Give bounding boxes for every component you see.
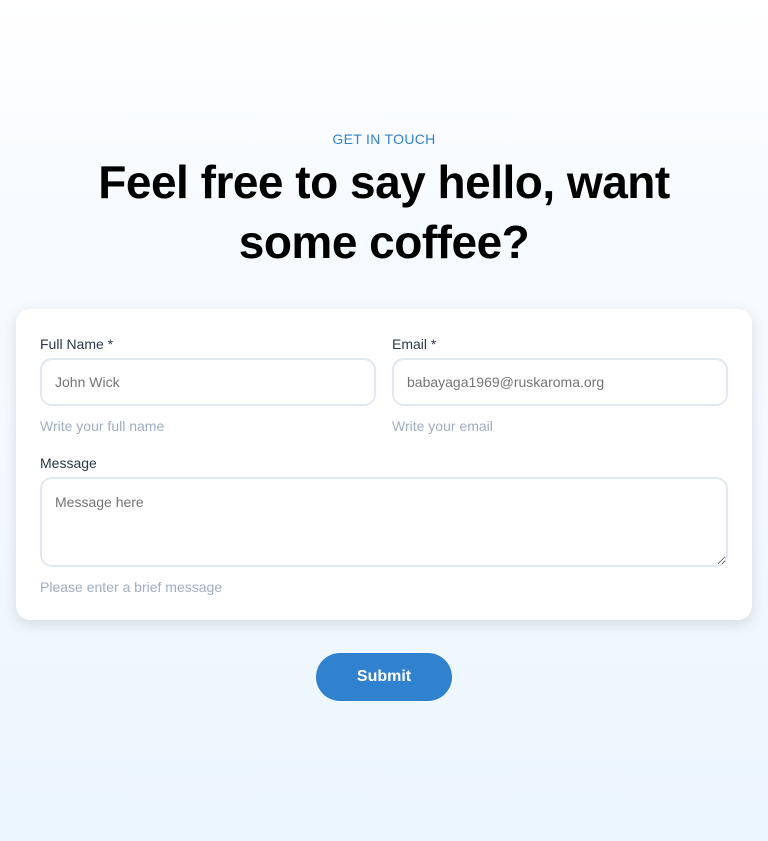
message-textarea[interactable] (40, 477, 728, 567)
message-label: Message (40, 455, 97, 471)
full-name-label: Full Name * (40, 336, 114, 352)
submit-button[interactable]: Submit (316, 653, 452, 701)
full-name-input[interactable] (40, 358, 376, 406)
message-help: Please enter a brief message (40, 579, 223, 595)
email-label: Email * (392, 336, 437, 352)
contact-form-card: Full Name * Write your full name Email *… (16, 309, 752, 620)
email-input[interactable] (392, 358, 728, 406)
full-name-help: Write your full name (40, 418, 165, 434)
eyebrow-text: GET IN TOUCH (332, 131, 436, 147)
page-title: Feel free to say hello, want some coffee… (98, 156, 670, 268)
email-help: Write your email (392, 418, 493, 434)
